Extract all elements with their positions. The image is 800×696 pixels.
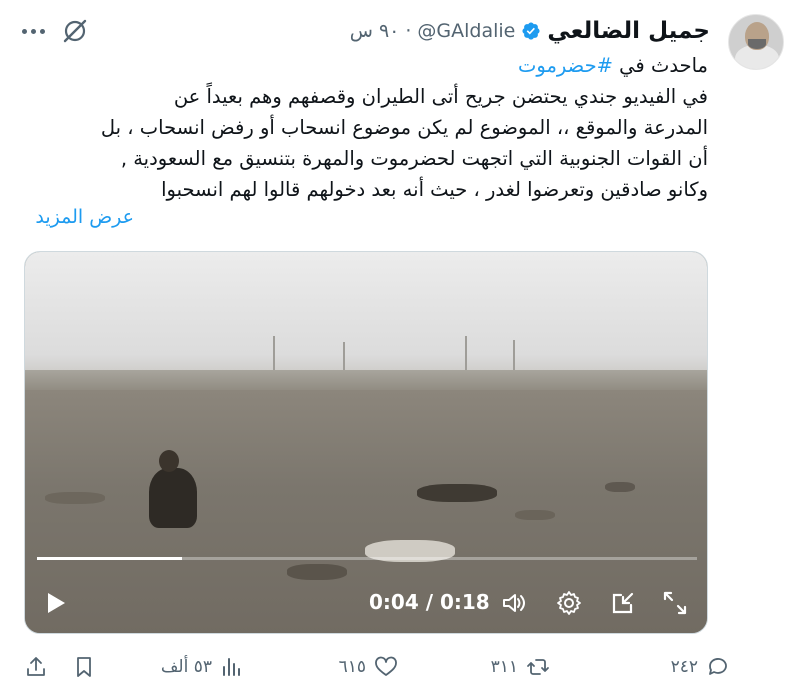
post-line-4: أن القوات الجنوبية التي اتجهت لحضرموت وا… bbox=[120, 147, 708, 170]
volume-icon[interactable] bbox=[499, 589, 527, 617]
reply-icon bbox=[709, 658, 727, 675]
action-bar: ٢٤٢ ٣١١ ٦١٥ ٥٣ ألف bbox=[0, 648, 800, 688]
grok-icon[interactable] bbox=[60, 16, 90, 46]
post-prefix: ماحدث في bbox=[612, 54, 708, 77]
like-count: ٦١٥ bbox=[338, 657, 366, 677]
post-line-3: المدرعة والموقع ،، الموضوع لم يكن موضوع … bbox=[100, 116, 708, 139]
tweet-header: جميل الضالعي @GAldalie · ٩٠ س bbox=[350, 14, 710, 48]
author-name[interactable]: جميل الضالعي bbox=[547, 18, 710, 44]
post-line-2: في الفيديو جندي يحتضن جريح أتى الطيران و… bbox=[173, 85, 708, 108]
tweet: جميل الضالعي @GAldalie · ٩٠ س ماحدث في #… bbox=[0, 0, 800, 696]
reply-count: ٢٤٢ bbox=[670, 657, 698, 677]
video-controls: 0:04 / 0:18 bbox=[25, 582, 707, 622]
repost-icon bbox=[527, 659, 549, 675]
share-button[interactable] bbox=[24, 652, 48, 682]
minimize-icon[interactable] bbox=[609, 589, 637, 617]
video-sky bbox=[25, 252, 707, 380]
video-time: 0:04 / 0:18 bbox=[369, 590, 490, 614]
views-count: ٥٣ ألف bbox=[160, 657, 212, 677]
bookmark-icon bbox=[77, 657, 91, 677]
share-icon bbox=[27, 657, 45, 676]
more-icon[interactable] bbox=[18, 16, 48, 46]
bookmark-button[interactable] bbox=[72, 652, 96, 682]
post-text: ماحدث في #حضرموت في الفيديو جندي يحتضن ج… bbox=[18, 50, 708, 205]
views-button[interactable]: ٥٣ ألف bbox=[161, 652, 244, 682]
hashtag-link[interactable]: #حضرموت bbox=[518, 54, 613, 77]
heart-icon bbox=[375, 656, 397, 676]
views-icon bbox=[223, 658, 240, 676]
play-icon[interactable] bbox=[43, 590, 69, 616]
repost-count: ٣١١ bbox=[490, 657, 518, 677]
show-more-link[interactable]: عرض المزيد bbox=[35, 206, 134, 228]
post-time[interactable]: ٩٠ س bbox=[350, 20, 400, 42]
video-player[interactable]: 0:04 / 0:18 bbox=[24, 251, 708, 634]
post-line-1: ماحدث في #حضرموت bbox=[18, 50, 708, 81]
like-button[interactable]: ٦١٥ bbox=[339, 652, 398, 682]
post-line-5: وكانو صادقين وتعرضوا لغدر ، حيث أنه بعد … bbox=[161, 178, 708, 201]
video-progress-bar[interactable] bbox=[37, 557, 697, 560]
author-handle[interactable]: @GAldalie bbox=[417, 20, 515, 42]
settings-icon[interactable] bbox=[555, 589, 583, 617]
video-subject bbox=[149, 450, 199, 530]
repost-button[interactable]: ٣١١ bbox=[491, 652, 550, 682]
verified-badge-icon bbox=[522, 22, 540, 40]
reply-button[interactable]: ٢٤٢ bbox=[671, 652, 730, 682]
separator-dot: · bbox=[405, 20, 412, 42]
video-progress-fill bbox=[37, 557, 183, 560]
avatar[interactable] bbox=[728, 14, 784, 70]
fullscreen-icon[interactable] bbox=[661, 589, 689, 617]
